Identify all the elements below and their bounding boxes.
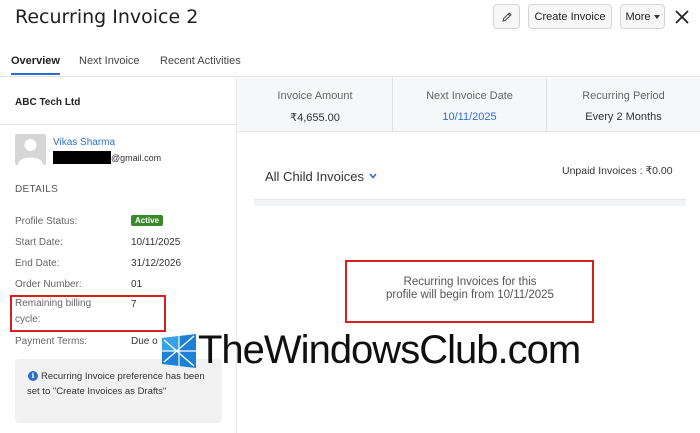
- next-invoice-date-link[interactable]: 10/11/2025: [393, 111, 546, 123]
- watermark-text: TheWindowsClub.com: [198, 328, 581, 372]
- pencil-icon: [501, 11, 512, 22]
- invoice-amount-value: ₹4,655.00: [290, 112, 340, 124]
- end-date-label: End Date:: [15, 258, 60, 269]
- order-number-label: Order Number:: [15, 279, 82, 290]
- summary-strip: Invoice Amount ₹4,655.00 Next Invoice Da…: [238, 78, 700, 132]
- end-date-value: 31/12/2026: [131, 258, 182, 269]
- chevron-down-icon: [653, 14, 660, 19]
- empty-state-message: Recurring Invoices for this profile will…: [348, 276, 592, 302]
- create-invoice-button[interactable]: Create Invoice: [528, 4, 612, 29]
- payment-terms-label: Payment Terms:: [15, 336, 88, 347]
- recurring-period-label: Recurring Period: [582, 90, 665, 102]
- invoice-amount-cell: Invoice Amount ₹4,655.00: [238, 78, 392, 132]
- chevron-down-icon[interactable]: [368, 171, 378, 181]
- contact-name-link[interactable]: Vikas Sharma: [53, 137, 115, 148]
- watermark-logo-icon: [162, 334, 196, 368]
- more-button[interactable]: More: [620, 4, 665, 29]
- child-invoices-header-bar: [254, 199, 686, 206]
- profile-status-label: Profile Status:: [15, 216, 78, 227]
- next-invoice-date-cell: Next Invoice Date 10/11/2025: [392, 78, 546, 132]
- recurring-period-value: Every 2 Months: [585, 111, 662, 123]
- child-invoices-filter[interactable]: All Child Invoices: [265, 169, 364, 184]
- start-date-value: 10/11/2025: [131, 237, 181, 248]
- unpaid-invoices: Unpaid Invoices : ₹0.00: [562, 165, 673, 177]
- edit-button[interactable]: [493, 4, 520, 29]
- status-badge: Active: [131, 215, 164, 226]
- start-date-label: Start Date:: [15, 237, 63, 248]
- user-icon: [18, 139, 43, 165]
- avatar: [15, 134, 46, 165]
- company-name: ABC Tech Ltd: [15, 97, 81, 108]
- remaining-billing-label: Remaining billing cycle:: [15, 298, 92, 325]
- empty-state-line-1: Recurring Invoices for this: [403, 276, 537, 288]
- watermark: TheWindowsClub.com: [160, 328, 600, 382]
- email-redaction: [53, 151, 111, 164]
- recurring-period-cell: Recurring Period Every 2 Months: [546, 78, 700, 132]
- payment-terms-value: Due o: [131, 336, 158, 347]
- more-label: More: [625, 10, 651, 23]
- order-number-value: 01: [131, 279, 143, 290]
- tab-recent-activities[interactable]: Recent Activities: [160, 55, 241, 73]
- details-heading: DETAILS: [15, 184, 59, 195]
- empty-state-line-2: profile will begin from 10/11/2025: [386, 289, 554, 301]
- divider: [0, 124, 237, 125]
- invoice-amount-label: Invoice Amount: [277, 90, 353, 102]
- remaining-billing-value: 7: [131, 299, 137, 310]
- close-icon[interactable]: [672, 7, 692, 27]
- page-title: Recurring Invoice 2: [15, 6, 199, 28]
- next-invoice-date-label: Next Invoice Date: [426, 90, 513, 102]
- tab-bar: Overview Next Invoice Recent Activities: [0, 52, 700, 77]
- tab-overview[interactable]: Overview: [11, 55, 60, 75]
- tab-next-invoice[interactable]: Next Invoice: [79, 55, 140, 73]
- email-domain: @gmail.com: [111, 153, 162, 163]
